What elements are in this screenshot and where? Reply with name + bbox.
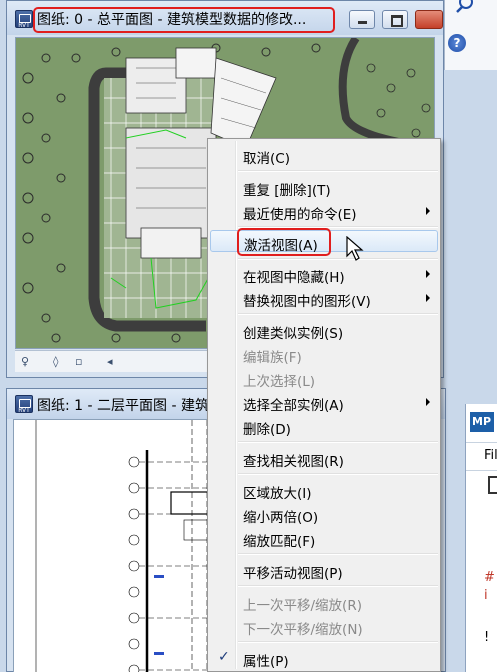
menu-item-properties[interactable]: ✓ 属性(P) — [210, 647, 438, 670]
menu-item-edit-family: 编辑族(F) — [243, 350, 302, 366]
menu-item-create-similar[interactable]: 创建类似实例(S) — [210, 319, 438, 342]
submenu-arrow-icon — [426, 207, 430, 215]
help-icon[interactable]: ? — [448, 34, 466, 52]
revit-app-icon-2: RVT — [15, 395, 33, 413]
menu-item-hide-in-view[interactable]: 在视图中隐藏(H) — [210, 263, 438, 286]
menu-item-repeat[interactable]: 重复 [删除](T) — [210, 176, 438, 199]
menu-item-cancel[interactable]: 取消(C) — [210, 144, 438, 167]
menu-item-zoom-region[interactable]: 区域放大(I) — [210, 479, 438, 502]
search-icon[interactable] — [453, 0, 475, 14]
right-text-2: i — [484, 588, 488, 603]
visual-style-icon[interactable]: ♀ — [21, 355, 29, 368]
menu-item-delete[interactable]: 删除(D) — [210, 415, 438, 438]
right-text-3: ! — [484, 630, 490, 645]
mouse-pointer-icon — [346, 236, 364, 261]
title-bar[interactable]: RVT 图纸: 0 - 总平面图 - 建筑模型数据的修改... — [7, 1, 443, 35]
menu-item-previous-pan-zoom: 上一次平移/缩放(R) — [243, 598, 362, 614]
menu-item-recent-commands[interactable]: 最近使用的命令(E) — [210, 200, 438, 223]
right-text-1: # — [484, 570, 495, 585]
checkmark-icon: ✓ — [218, 649, 230, 665]
crop-view-icon[interactable]: ▫ — [75, 355, 82, 368]
menu-item-next-pan-zoom: 下一次平移/缩放(N) — [243, 622, 363, 638]
revit-app-icon: RVT — [15, 10, 33, 28]
sun-path-icon[interactable]: ◊ — [53, 355, 58, 368]
right-panel-top: ? — [444, 0, 497, 70]
title-highlight-box — [33, 7, 335, 33]
close-button[interactable] — [415, 10, 443, 29]
minimize-button[interactable] — [349, 10, 375, 29]
scroll-left-icon[interactable]: ◂ — [107, 355, 113, 368]
menu-item-pan-active-view[interactable]: 平移活动视图(P) — [210, 559, 438, 582]
file-menu-label[interactable]: Fil — [484, 448, 497, 463]
menu-item-find-related-views[interactable]: 查找相关视图(R) — [210, 447, 438, 470]
submenu-arrow-icon — [426, 270, 430, 278]
menu-item-zoom-out-2x[interactable]: 缩小两倍(O) — [210, 503, 438, 526]
window-title-2: 图纸: 1 - 二层平面图 - 建筑 — [37, 398, 209, 414]
maximize-button[interactable] — [382, 10, 408, 29]
submenu-arrow-icon — [426, 294, 430, 302]
menu-item-zoom-to-fit[interactable]: 缩放匹配(F) — [210, 527, 438, 550]
menu-item-override-graphics[interactable]: 替换视图中的图形(V) — [210, 287, 438, 310]
menu-item-last-selection: 上次选择(L) — [243, 374, 316, 390]
menu-item-select-all-instances[interactable]: 选择全部实例(A) — [210, 391, 438, 414]
mp-logo: MP — [470, 412, 494, 432]
activate-view-highlight-box — [237, 228, 331, 256]
submenu-arrow-icon — [426, 398, 430, 406]
context-menu: 取消(C) 重复 [删除](T) 最近使用的命令(E) 激活视图(A) 在视图中… — [207, 138, 441, 672]
right-panel-bottom: MP Fil # i ! — [465, 404, 497, 672]
toolbar-icon[interactable] — [488, 476, 497, 494]
